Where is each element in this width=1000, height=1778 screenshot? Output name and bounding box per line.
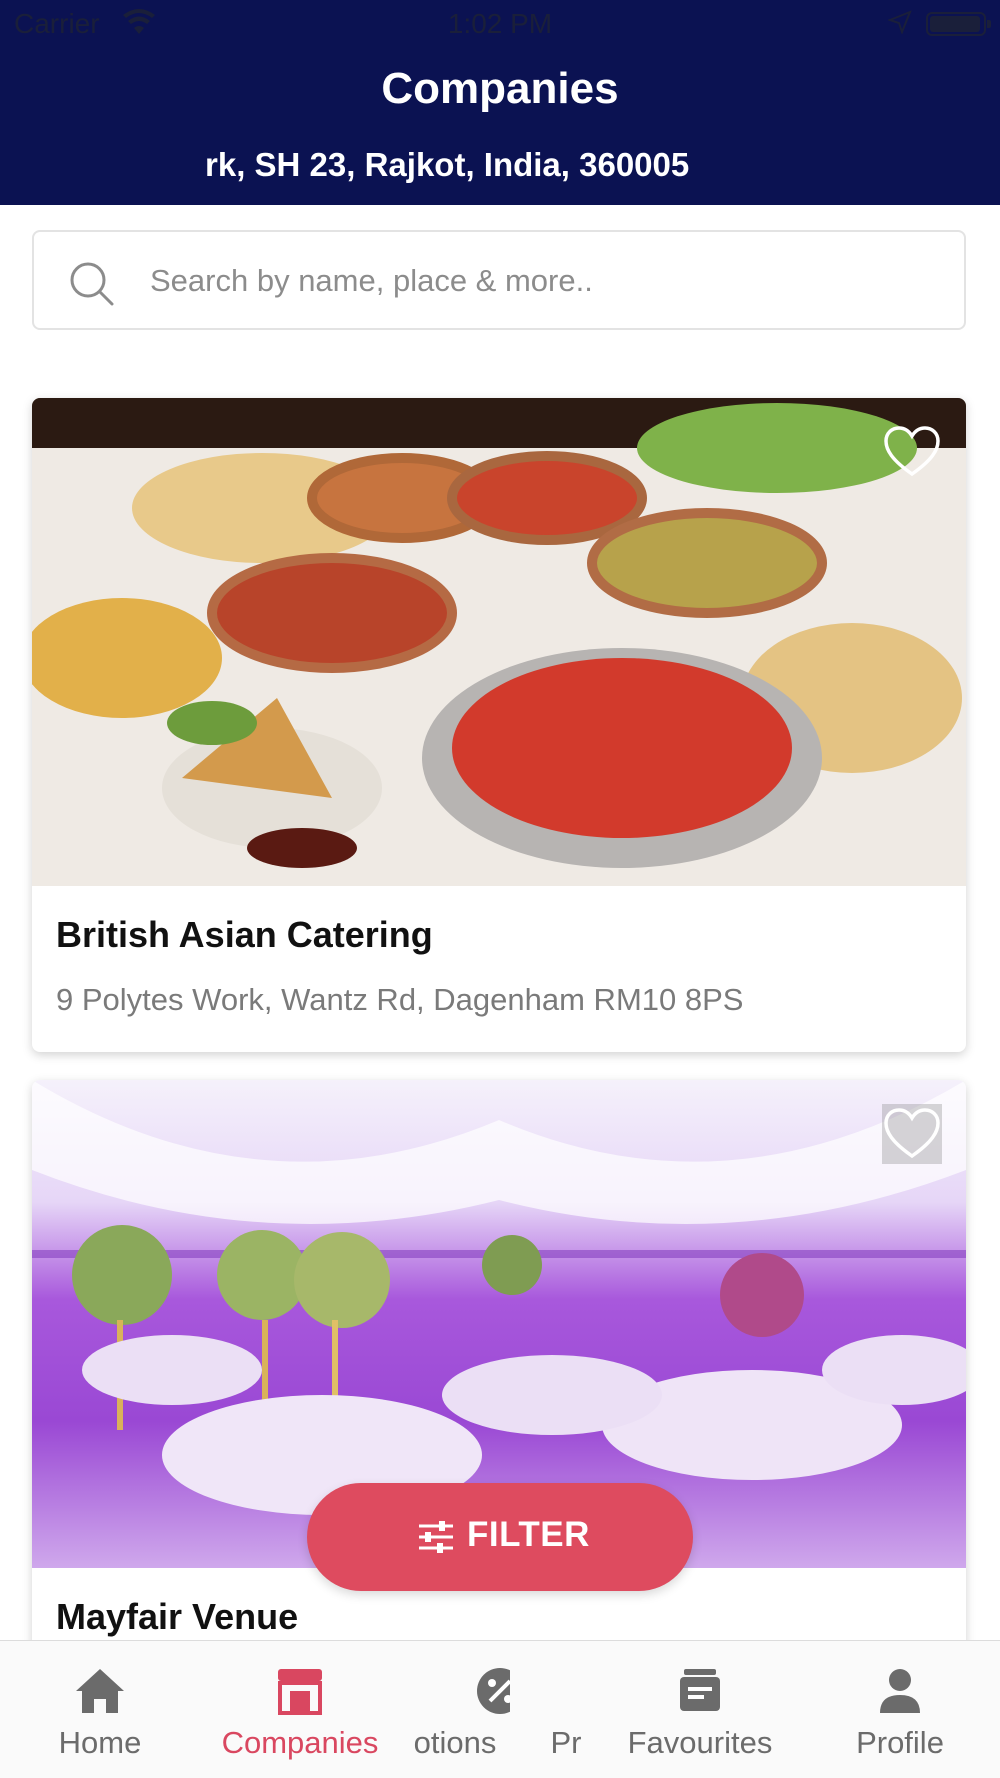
search-input[interactable]	[150, 250, 940, 312]
tab-profile[interactable]: Profile	[840, 1641, 960, 1778]
tab-label: Pr	[550, 1725, 582, 1760]
discount-badge-icon	[477, 1668, 510, 1714]
tab-label: Favourites	[627, 1725, 773, 1760]
store-icon	[278, 1669, 322, 1715]
status-time: 1:02 PM	[447, 8, 553, 39]
company-name: Mayfair Venue	[56, 1596, 299, 1637]
company-card[interactable]: British Asian Catering 9 Polytes Work, W…	[32, 398, 966, 1052]
status-bar: Carrier 1:02 PM	[0, 0, 1000, 50]
bottom-tab-bar: Home Companies otions Pr Favourites Prof…	[0, 1640, 1000, 1778]
app-header: Carrier 1:02 PM Companies rk, SH 23, Raj…	[0, 0, 1000, 205]
tab-companies[interactable]: Companies	[200, 1641, 400, 1778]
filter-button-label: FILTER	[467, 1515, 590, 1554]
company-address: 9 Polytes Work, Wantz Rd, Dagenham RM10 …	[56, 982, 744, 1017]
company-photo	[32, 398, 966, 886]
profile-icon	[880, 1669, 920, 1713]
sliders-icon	[419, 1521, 453, 1553]
tab-promotions[interactable]: otions	[400, 1641, 510, 1778]
tab-pr[interactable]: Pr	[540, 1641, 592, 1778]
search-icon	[70, 262, 114, 306]
location-arrow-icon	[888, 10, 912, 34]
current-location-marquee[interactable]: rk, SH 23, Rajkot, India, 360005	[205, 146, 795, 184]
tab-home[interactable]: Home	[40, 1641, 160, 1778]
search-bar[interactable]	[32, 230, 966, 330]
tab-label: Home	[58, 1725, 142, 1760]
favourite-heart-icon[interactable]	[882, 422, 942, 482]
company-name: British Asian Catering	[56, 914, 433, 955]
home-icon	[76, 1669, 124, 1713]
favourite-heart-icon[interactable]	[882, 1104, 942, 1164]
favourites-icon	[680, 1669, 720, 1711]
tab-favourites[interactable]: Favourites	[610, 1641, 790, 1778]
filter-button[interactable]: FILTER	[307, 1483, 693, 1591]
battery-icon	[926, 12, 991, 36]
tab-label: otions	[413, 1725, 497, 1760]
tab-label: Companies	[221, 1725, 379, 1760]
page-title: Companies	[381, 64, 619, 113]
tab-label: Profile	[856, 1725, 944, 1760]
